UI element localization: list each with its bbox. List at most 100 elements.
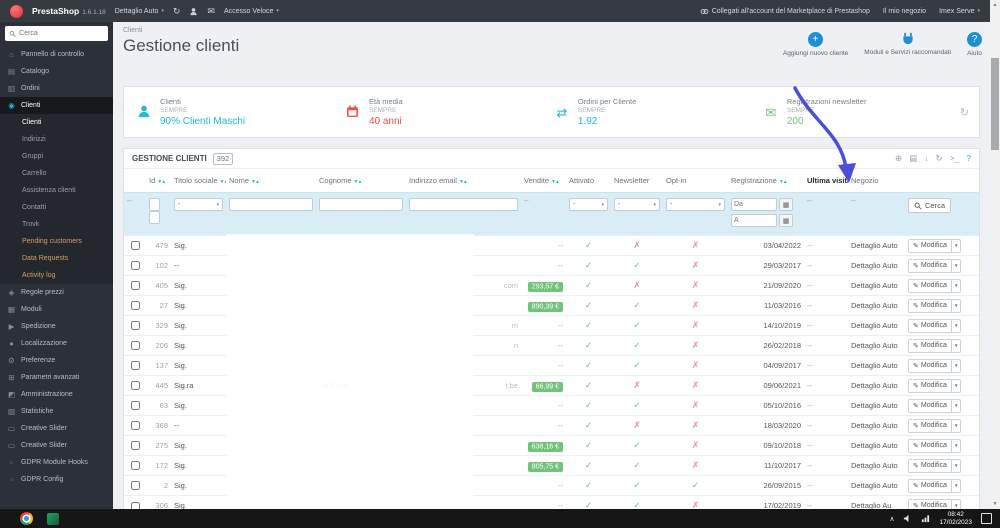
help-button[interactable]: ? Aiuto bbox=[967, 32, 982, 57]
filter-id-from-input[interactable] bbox=[149, 198, 160, 211]
edit-button[interactable]: ✎ Modifica ▾ bbox=[908, 438, 962, 453]
edit-button[interactable]: ✎ Modifica ▾ bbox=[908, 258, 962, 273]
sidebar-subitem-contatti[interactable]: Contatti bbox=[0, 199, 113, 216]
chevron-down-icon[interactable]: ▾ bbox=[952, 400, 961, 412]
chevron-down-icon[interactable]: ▾ bbox=[952, 480, 961, 492]
table-row[interactable]: 2 Sig. -- ✓ ✓ ✓ 26/09/2015 -- Dettaglio … bbox=[124, 475, 979, 496]
sort-icons[interactable]: ▼▲ bbox=[354, 179, 363, 185]
sidebar-subitem-activity-log[interactable]: Activity log bbox=[0, 267, 113, 284]
panel-refresh-icon[interactable]: ↻ bbox=[935, 154, 942, 163]
filter-date-to-input[interactable] bbox=[731, 214, 777, 227]
filter-newsletter-select[interactable]: - ▾ bbox=[614, 198, 660, 211]
filter-titolo-select[interactable]: - ▾ bbox=[174, 198, 223, 211]
taskbar-app-icon[interactable] bbox=[47, 512, 59, 525]
row-checkbox[interactable] bbox=[130, 361, 140, 371]
chevron-down-icon[interactable]: ▾ bbox=[952, 380, 961, 392]
table-row[interactable]: 306 Sig. -- ✓ ✓ ✗ 17/02/2019 -- Dettagli… bbox=[124, 495, 979, 509]
newsletter-mark[interactable]: ✓ bbox=[633, 480, 641, 490]
sort-icons[interactable]: ▼▲ bbox=[157, 179, 166, 185]
calendar-icon[interactable]: ▦ bbox=[779, 198, 793, 211]
attivato-mark[interactable]: ✓ bbox=[585, 280, 593, 290]
chevron-down-icon[interactable]: ▾ bbox=[952, 280, 961, 292]
attivato-mark[interactable]: ✓ bbox=[585, 420, 593, 430]
newsletter-mark[interactable]: ✓ bbox=[633, 400, 641, 410]
newsletter-mark[interactable]: ✓ bbox=[633, 500, 641, 509]
filter-id-to-input[interactable] bbox=[149, 211, 160, 224]
row-checkbox[interactable] bbox=[130, 461, 140, 471]
optin-mark[interactable]: ✓ bbox=[692, 480, 700, 490]
taskbar-clock[interactable]: 08:42 17/02/2023 bbox=[939, 511, 972, 527]
optin-mark[interactable]: ✗ bbox=[692, 380, 700, 390]
table-row[interactable]: 445 Sig.ra Da Parijs t.be 66,99 € ✓ ✗ ✗ … bbox=[124, 375, 979, 396]
sidebar-item-amministrazione[interactable]: ◩ Amministrazione bbox=[0, 386, 113, 403]
tray-expand-icon[interactable]: ∧ bbox=[889, 515, 894, 523]
newsletter-mark[interactable]: ✓ bbox=[633, 440, 641, 450]
attivato-mark[interactable]: ✓ bbox=[585, 240, 593, 250]
volume-icon[interactable] bbox=[903, 514, 912, 523]
col-nome[interactable]: Nome ▼▲ bbox=[226, 169, 316, 193]
table-row[interactable]: 102 -- -- ✓ ✓ ✗ 29/03/2017 -- Dettaglio … bbox=[124, 255, 979, 276]
sidebar-subitem-data-requests[interactable]: Data Requests bbox=[0, 250, 113, 267]
edit-button[interactable]: ✎ Modifica ▾ bbox=[908, 278, 962, 293]
row-checkbox[interactable] bbox=[130, 261, 140, 271]
edit-button[interactable]: ✎ Modifica ▾ bbox=[908, 338, 962, 353]
sidebar-item-gdpr-config[interactable]: ▫ GDPR Config bbox=[0, 471, 113, 488]
chevron-down-icon[interactable]: ▾ bbox=[952, 340, 961, 352]
scroll-down-icon[interactable]: ▼ bbox=[990, 499, 1000, 509]
sidebar-item-parametri-avanzati[interactable]: ⊞ Parametri avanzati bbox=[0, 369, 113, 386]
sidebar-subitem-clienti[interactable]: Clienti bbox=[0, 114, 113, 131]
newsletter-mark[interactable]: ✗ bbox=[633, 280, 641, 290]
table-row[interactable]: 368 -- -- ✓ ✗ ✗ 18/03/2020 -- Dettaglio … bbox=[124, 415, 979, 436]
edit-button[interactable]: ✎ Modifica ▾ bbox=[908, 298, 962, 313]
scrollbar-thumb[interactable] bbox=[991, 58, 999, 150]
newsletter-mark[interactable]: ✓ bbox=[633, 340, 641, 350]
attivato-mark[interactable]: ✓ bbox=[585, 480, 593, 490]
table-row[interactable]: 63 Sig. -- ✓ ✓ ✗ 05/10/2016 -- Dettaglio… bbox=[124, 395, 979, 416]
chevron-down-icon[interactable]: ▾ bbox=[952, 300, 961, 312]
recommended-modules-button[interactable]: Moduli e Servizi raccomandati bbox=[864, 32, 951, 56]
sidebar-item-clienti[interactable]: ◉ Clienti bbox=[0, 97, 113, 114]
panel-add-icon[interactable]: ⊕ bbox=[895, 154, 902, 163]
row-checkbox[interactable] bbox=[130, 501, 140, 509]
sidebar-item-creative-slider-2[interactable]: ▭ Creative Slider bbox=[0, 437, 113, 454]
filter-optin-select[interactable]: - ▾ bbox=[666, 198, 725, 211]
newsletter-mark[interactable]: ✗ bbox=[633, 240, 641, 250]
row-checkbox[interactable] bbox=[130, 421, 140, 431]
optin-mark[interactable]: ✗ bbox=[692, 420, 700, 430]
notifications-icon[interactable] bbox=[981, 513, 992, 524]
attivato-mark[interactable]: ✓ bbox=[585, 400, 593, 410]
sort-icons[interactable]: ▼▲ bbox=[459, 179, 468, 185]
optin-mark[interactable]: ✗ bbox=[692, 440, 700, 450]
chrome-icon[interactable] bbox=[20, 512, 33, 525]
sort-icons[interactable]: ▼▲ bbox=[779, 179, 788, 185]
newsletter-mark[interactable]: ✗ bbox=[633, 420, 641, 430]
marketplace-link[interactable]: Collegati all'account del Marketplace di… bbox=[700, 7, 870, 16]
col-id[interactable]: Id ▼▲ bbox=[146, 169, 171, 193]
panel-sql-icon[interactable]: >_ bbox=[950, 154, 960, 163]
sidebar-item-spedizione[interactable]: ▶ Spedizione bbox=[0, 318, 113, 335]
shop-selector[interactable]: Dettaglio Auto ▾ bbox=[115, 8, 164, 15]
sidebar-item-pannello-di-controllo[interactable]: ⌂ Pannello di controllo bbox=[0, 46, 113, 63]
table-row[interactable]: 275 Sig. 638,16 € ✓ ✓ ✗ 09/10/2018 -- De… bbox=[124, 435, 979, 456]
sidebar-item-regole-prezzi[interactable]: ◈ Regole prezzi bbox=[0, 284, 113, 301]
attivato-mark[interactable]: ✓ bbox=[585, 260, 593, 270]
attivato-mark[interactable]: ✓ bbox=[585, 360, 593, 370]
edit-button[interactable]: ✎ Modifica ▾ bbox=[908, 358, 962, 373]
calendar-icon[interactable]: ▦ bbox=[779, 214, 793, 227]
my-shop-link[interactable]: Il mio negozio bbox=[883, 8, 926, 15]
optin-mark[interactable]: ✗ bbox=[692, 400, 700, 410]
attivato-mark[interactable]: ✓ bbox=[585, 320, 593, 330]
sort-icons[interactable]: ▼▲ bbox=[220, 179, 227, 185]
col-cognome[interactable]: Cognome ▼▲ bbox=[316, 169, 406, 193]
sidebar-subitem-pending-customers[interactable]: Pending customers bbox=[0, 233, 113, 250]
newsletter-mark[interactable]: ✓ bbox=[633, 300, 641, 310]
table-row[interactable]: 479 Sig. -- ✓ ✗ ✗ 03/04/2022 -- Dettagli… bbox=[124, 235, 979, 256]
optin-mark[interactable]: ✗ bbox=[692, 260, 700, 270]
attivato-mark[interactable]: ✓ bbox=[585, 440, 593, 450]
chevron-down-icon[interactable]: ▾ bbox=[952, 320, 961, 332]
optin-mark[interactable]: ✗ bbox=[692, 280, 700, 290]
edit-button[interactable]: ✎ Modifica ▾ bbox=[908, 318, 962, 333]
optin-mark[interactable]: ✗ bbox=[692, 240, 700, 250]
sidebar-item-catalogo[interactable]: ▤ Catalogo bbox=[0, 63, 113, 80]
search-button[interactable]: Cerca bbox=[908, 198, 952, 213]
